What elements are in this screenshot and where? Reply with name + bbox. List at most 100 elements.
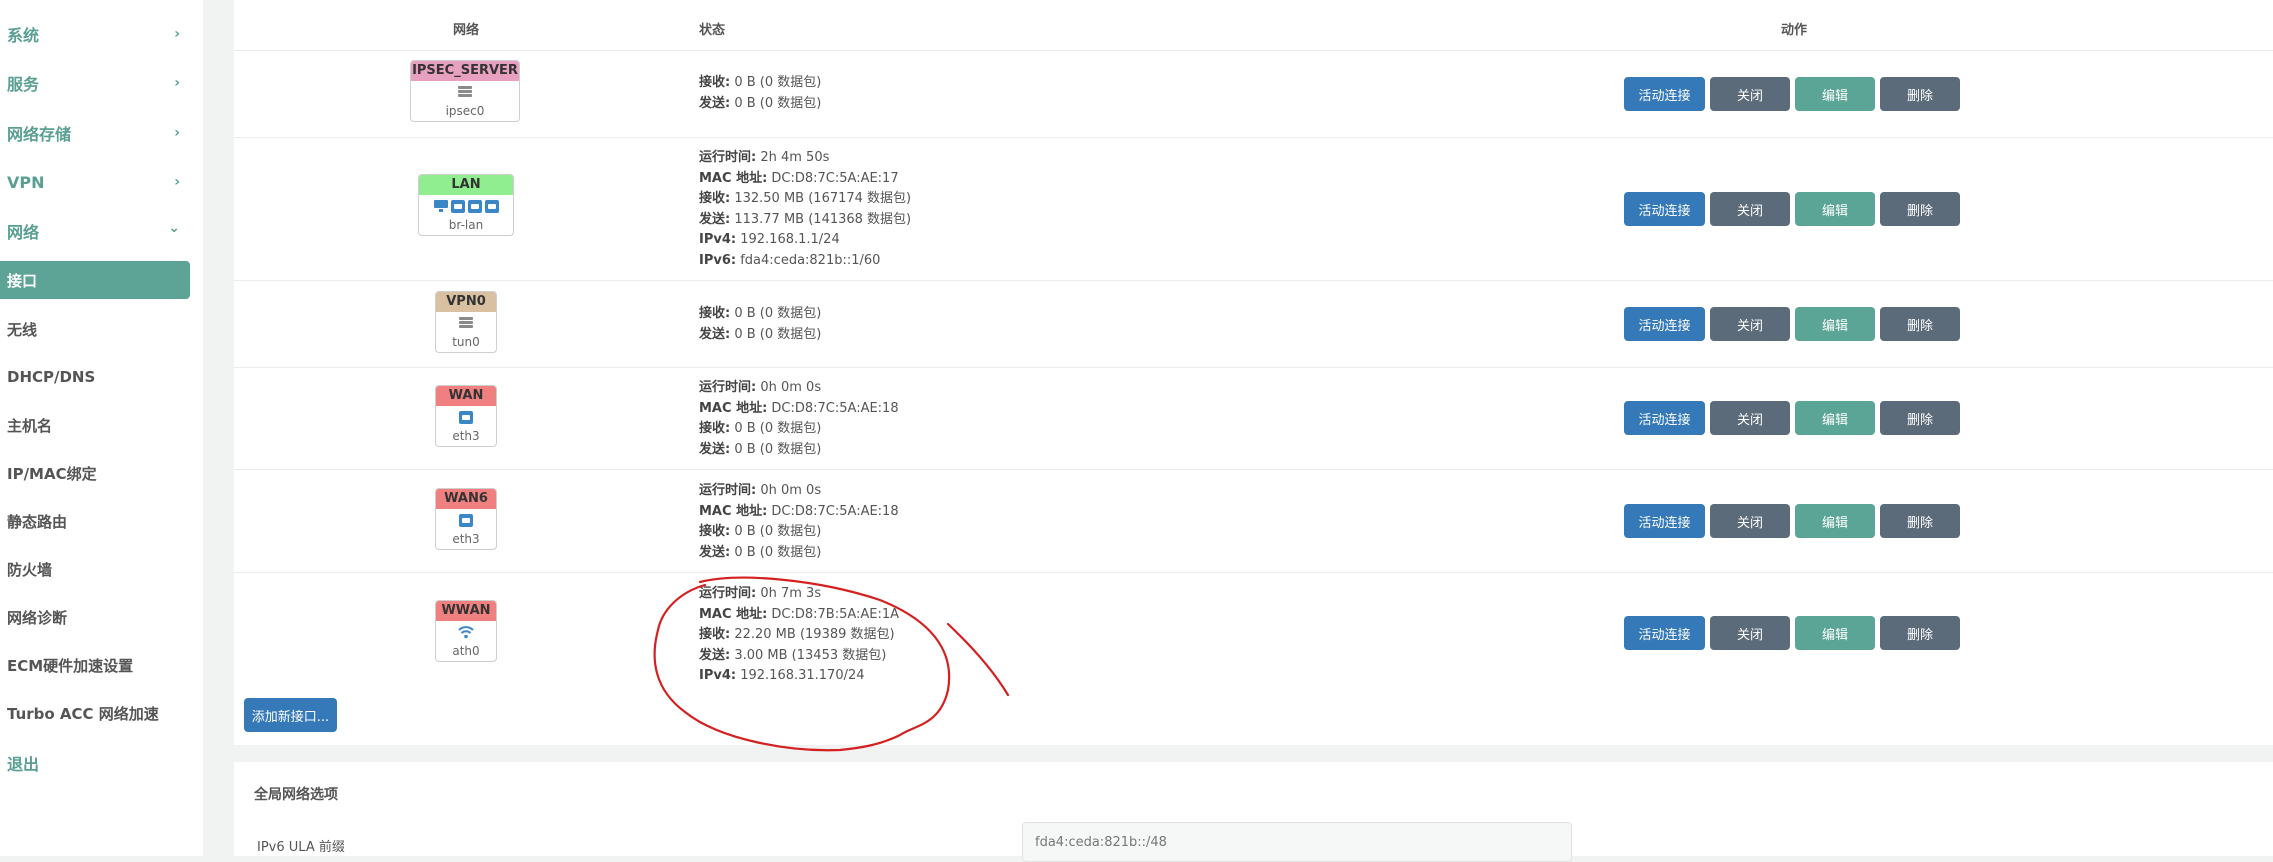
sidebar-item-logout[interactable]: 退出 — [0, 744, 190, 782]
sidebar-item-label: DHCP/DNS — [7, 368, 96, 386]
ipv6-ula-label: IPv6 ULA 前缀 — [257, 840, 345, 855]
close-button[interactable]: 关闭 — [1710, 307, 1790, 341]
interface-actions-wan6: 活动连接 关闭 编辑 删除 — [1624, 504, 1960, 538]
chevron-right-icon: › — [174, 174, 180, 190]
sidebar-item-ecm[interactable]: ECM硬件加速设置 — [0, 646, 190, 684]
interface-status-wan: 运行时间: 0h 0m 0s MAC 地址: DC:D8:7C:5A:AE:18… — [699, 378, 899, 460]
ipv6-ula-prefix-input[interactable] — [1022, 822, 1572, 862]
connect-button[interactable]: 活动连接 — [1624, 616, 1705, 650]
interface-name: VPN0 — [436, 292, 496, 312]
sidebar-item-dhcp-dns[interactable]: DHCP/DNS — [0, 358, 190, 396]
server-icon — [459, 316, 473, 330]
sidebar-item-firewall[interactable]: 防火墙 — [0, 550, 190, 588]
header-actions: 动作 — [1781, 23, 1808, 38]
computer-icon — [433, 200, 448, 212]
interface-status-wwan: 运行时间: 0h 7m 3s MAC 地址: DC:D8:7B:5A:AE:1A… — [699, 584, 899, 687]
sidebar-menu-label: VPN — [7, 172, 45, 192]
interface-actions-ipsec-server: 活动连接 关闭 编辑 删除 — [1624, 77, 1960, 111]
close-button[interactable]: 关闭 — [1710, 77, 1790, 111]
sidebar-item-diagnostics[interactable]: 网络诊断 — [0, 598, 190, 636]
interface-status-ipsec-server: 接收: 0 B (0 数据包) 发送: 0 B (0 数据包) — [699, 73, 821, 114]
delete-button[interactable]: 删除 — [1880, 307, 1960, 341]
delete-button[interactable]: 删除 — [1880, 401, 1960, 435]
interface-status-vpn0: 接收: 0 B (0 数据包) 发送: 0 B (0 数据包) — [699, 304, 821, 345]
edit-button[interactable]: 编辑 — [1795, 401, 1875, 435]
ethernet-port-icon — [459, 410, 473, 424]
sidebar-menu-nas[interactable]: 网络存储 › — [0, 114, 190, 152]
interface-badge-vpn0: VPN0 tun0 — [435, 291, 497, 353]
ethernet-port-icon — [450, 199, 465, 213]
status-line: 运行时间: 0h 0m 0s — [699, 380, 822, 395]
close-button[interactable]: 关闭 — [1710, 616, 1790, 650]
ethernet-port-icon — [484, 199, 499, 213]
sidebar-menu-label: 网络存储 — [7, 125, 72, 144]
delete-button[interactable]: 删除 — [1880, 616, 1960, 650]
row-divider — [234, 280, 2273, 281]
sidebar-item-interfaces[interactable]: 接口 — [0, 261, 190, 299]
delete-button[interactable]: 删除 — [1880, 504, 1960, 538]
row-divider — [234, 572, 2273, 573]
delete-button[interactable]: 删除 — [1880, 77, 1960, 111]
close-button[interactable]: 关闭 — [1710, 401, 1790, 435]
connect-button[interactable]: 活动连接 — [1624, 307, 1705, 341]
interface-name: WAN6 — [436, 489, 496, 509]
status-line: MAC 地址: DC:D8:7C:5A:AE:18 — [699, 400, 899, 416]
header-network: 网络 — [453, 23, 480, 38]
interface-status-wan6: 运行时间: 0h 0m 0s MAC 地址: DC:D8:7C:5A:AE:18… — [699, 481, 899, 563]
status-line: MAC 地址: DC:D8:7B:5A:AE:1A — [699, 606, 900, 622]
status-line: 运行时间: 0h 0m 0s — [699, 483, 822, 498]
sidebar-item-static-routes[interactable]: 静态路由 — [0, 502, 190, 540]
status-line: 发送: 0 B (0 数据包) — [699, 441, 822, 457]
sidebar-menu-services[interactable]: 服务 › — [0, 64, 190, 102]
sidebar-menu-system[interactable]: 系统 › — [0, 15, 190, 53]
status-line: IPv4: 192.168.1.1/24 — [699, 232, 840, 247]
interfaces-panel: 网络 状态 动作 IPSEC_SERVER ipsec0 接收: 0 B (0 … — [234, 0, 2273, 745]
sidebar-item-wireless[interactable]: 无线 — [0, 310, 190, 348]
row-divider — [234, 367, 2273, 368]
global-options-panel: 全局网络选项 IPv6 ULA 前缀 — [234, 762, 2273, 862]
status-line: 运行时间: 2h 4m 50s — [699, 150, 830, 165]
sidebar-item-label: Turbo ACC 网络加速 — [7, 704, 159, 723]
sidebar-menu-label: 网络 — [7, 223, 40, 242]
sidebar-item-turbo-acc[interactable]: Turbo ACC 网络加速 — [0, 694, 190, 732]
interface-actions-wan: 活动连接 关闭 编辑 删除 — [1624, 401, 1960, 435]
ethernet-port-icon — [467, 199, 482, 213]
sidebar-item-label: 无线 — [7, 320, 38, 339]
sidebar-item-hostnames[interactable]: 主机名 — [0, 406, 190, 444]
chevron-right-icon: › — [174, 125, 180, 141]
interface-badge-wan6: WAN6 eth3 — [435, 488, 497, 550]
edit-button[interactable]: 编辑 — [1795, 77, 1875, 111]
row-divider — [234, 50, 2273, 51]
close-button[interactable]: 关闭 — [1710, 504, 1790, 538]
edit-button[interactable]: 编辑 — [1795, 504, 1875, 538]
close-button[interactable]: 关闭 — [1710, 192, 1790, 226]
chevron-down-icon: ⌄ — [168, 220, 180, 236]
status-line: 接收: 0 B (0 数据包) — [699, 75, 822, 90]
interface-name: WAN — [436, 386, 496, 406]
sidebar-item-label: ECM硬件加速设置 — [7, 656, 134, 675]
connect-button[interactable]: 活动连接 — [1624, 192, 1705, 226]
connect-button[interactable]: 活动连接 — [1624, 401, 1705, 435]
sidebar-menu-network[interactable]: 网络 ⌄ — [0, 212, 190, 250]
sidebar-item-label: 静态路由 — [7, 512, 68, 531]
interface-actions-lan: 活动连接 关闭 编辑 删除 — [1624, 192, 1960, 226]
interface-device: ipsec0 — [445, 104, 485, 118]
sidebar-item-ip-mac-binding[interactable]: IP/MAC绑定 — [0, 454, 190, 492]
status-line: 发送: 0 B (0 数据包) — [699, 544, 822, 560]
status-line: 发送: 0 B (0 数据包) — [699, 326, 822, 342]
edit-button[interactable]: 编辑 — [1795, 192, 1875, 226]
interface-icons — [436, 312, 496, 334]
sidebar-menu-vpn[interactable]: VPN › — [0, 163, 190, 201]
status-line: IPv6: fda4:ceda:821b::1/60 — [699, 252, 881, 268]
interface-device: ath0 — [452, 644, 480, 658]
interface-status-lan: 运行时间: 2h 4m 50s MAC 地址: DC:D8:7C:5A:AE:1… — [699, 148, 911, 271]
status-line: 运行时间: 0h 7m 3s — [699, 586, 822, 601]
delete-button[interactable]: 删除 — [1880, 192, 1960, 226]
add-interface-button[interactable]: 添加新接口... — [244, 698, 337, 732]
edit-button[interactable]: 编辑 — [1795, 616, 1875, 650]
chevron-right-icon: › — [174, 26, 180, 42]
connect-button[interactable]: 活动连接 — [1624, 504, 1705, 538]
edit-button[interactable]: 编辑 — [1795, 307, 1875, 341]
interface-device: eth3 — [452, 532, 480, 546]
connect-button[interactable]: 活动连接 — [1624, 77, 1705, 111]
